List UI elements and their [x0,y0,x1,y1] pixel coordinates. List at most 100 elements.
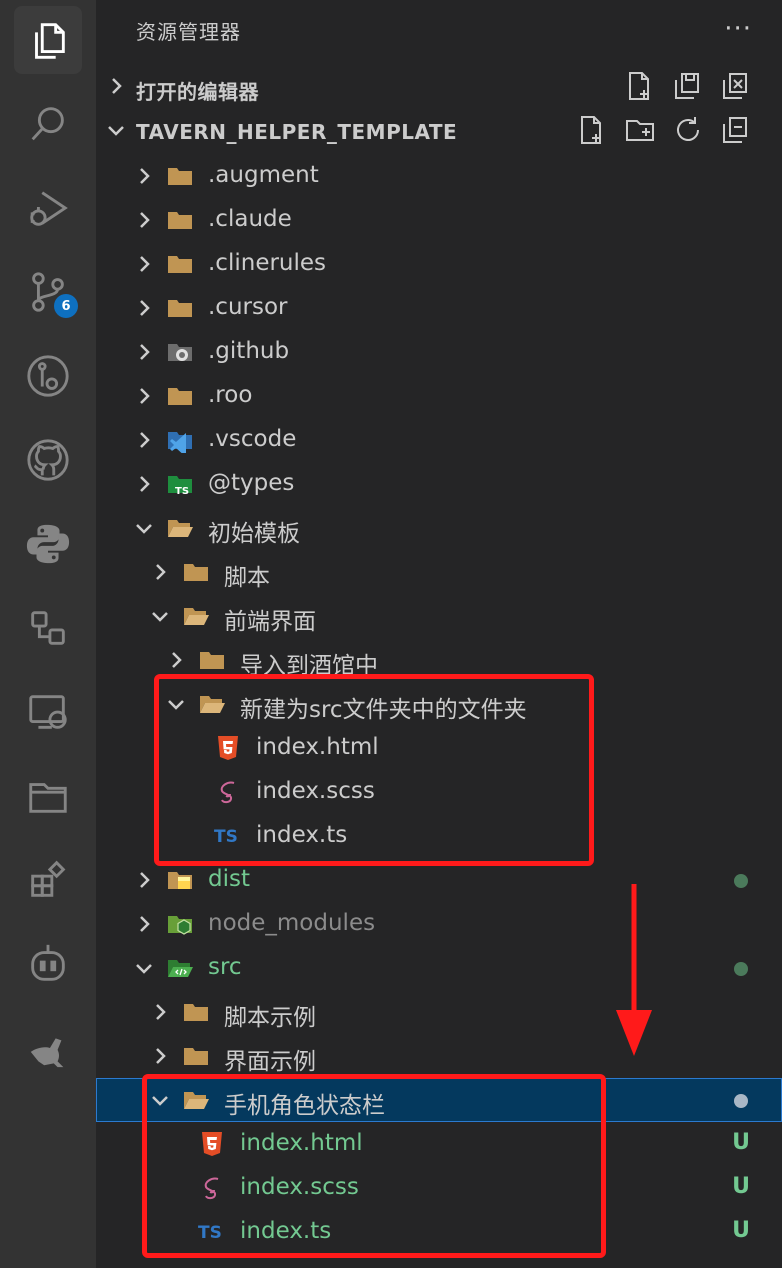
tree-item-label: 脚本示例 [224,1005,316,1031]
folder-icon [166,295,194,321]
src-icon [166,955,194,981]
tree-item-label: 脚本 [224,565,270,591]
chevron-right-icon[interactable] [132,384,156,408]
chevron-right-icon[interactable] [148,1044,172,1068]
chevron-right-icon[interactable] [132,296,156,320]
folder-icon [182,559,210,585]
modified-dot [734,962,748,976]
explorer-sidebar: 资源管理器 ··· 打开的编辑器 TAVERN_HELPER_TEMPLATE … [96,0,782,1268]
extensions-icon[interactable] [14,846,82,914]
chevron-right-icon[interactable] [132,472,156,496]
modified-dot [734,874,748,888]
tree-folder[interactable]: 前端界面 [96,594,782,638]
tree-folder[interactable]: .clinerules [96,242,782,286]
chevron-right-icon[interactable] [132,340,156,364]
save-all-icon[interactable] [672,70,704,102]
open-editors-label: 打开的编辑器 [136,80,259,104]
chevron-right-icon [112,78,122,94]
close-all-icon[interactable] [720,70,752,102]
folder-icon [166,383,194,409]
chevron-right-icon[interactable] [132,252,156,276]
workspace-header[interactable]: TAVERN_HELPER_TEMPLATE [96,110,782,154]
types-icon: TS [166,471,194,497]
chevron-right-icon[interactable] [132,164,156,188]
tree-folder[interactable]: 界面示例 [96,1034,782,1078]
tree-folder[interactable]: src [96,946,782,990]
tree-item-label: 界面示例 [224,1049,316,1075]
tree-folder[interactable]: .cursor [96,286,782,330]
more-actions-icon[interactable]: ··· [724,14,752,44]
open-icon [182,603,210,629]
tree-folder[interactable]: 脚本 [96,550,782,594]
chevron-right-icon[interactable] [132,912,156,936]
new-untitled-file-icon[interactable] [624,70,656,102]
tree-folder[interactable]: .claude [96,198,782,242]
tree-item-label: .roo [208,382,253,408]
git-graph-icon[interactable] [14,342,82,410]
folder-icon [182,1043,210,1069]
folder-icon [198,647,226,673]
tree-item-label: .augment [208,162,319,188]
folder-icon [182,999,210,1025]
chevron-right-icon[interactable] [164,648,188,672]
explorer-title-bar: 资源管理器 ··· [96,0,782,60]
remote-window-icon[interactable] [14,678,82,746]
chevron-right-icon[interactable] [132,208,156,232]
folder-manager-icon[interactable] [14,762,82,830]
chevron-down-icon[interactable] [132,956,156,980]
git-status-badge: U [732,1130,750,1155]
search-icon[interactable] [14,90,82,158]
git-status-badge: U [732,1218,750,1243]
new-file-icon[interactable] [576,114,608,146]
tree-item-label: @types [208,470,295,496]
annotation-box-target [142,1074,606,1258]
chevron-down-icon[interactable] [132,516,156,540]
tree-item-label: src [208,954,242,980]
tree-folder[interactable]: .github [96,330,782,374]
source-control-icon[interactable]: 6 [14,258,82,326]
chevron-right-icon[interactable] [148,560,172,584]
tree-folder[interactable]: .roo [96,374,782,418]
chevron-right-icon[interactable] [148,1000,172,1024]
dist-icon [166,867,194,893]
tree-folder[interactable]: 初始模板 [96,506,782,550]
github-icon[interactable] [14,426,82,494]
tree-item-label: .cursor [208,294,288,320]
scm-badge: 6 [54,294,78,318]
folder-icon [166,207,194,233]
tree-folder[interactable]: .augment [96,154,782,198]
vscode-icon [166,427,194,457]
tree-item-label: 初始模板 [208,521,300,547]
tree-item-label: 前端界面 [224,609,316,635]
folder-icon [166,251,194,277]
tree-folder[interactable]: 脚本示例 [96,990,782,1034]
workspace-label: TAVERN_HELPER_TEMPLATE [136,120,458,144]
remote-explorer-icon[interactable] [14,594,82,662]
chevron-down-icon [108,126,124,136]
chevron-right-icon[interactable] [132,428,156,452]
open-icon [166,515,194,541]
python-icon[interactable] [14,510,82,578]
tree-item-label: dist [208,866,250,892]
run-debug-icon[interactable] [14,174,82,242]
kangaroo-icon[interactable] [14,1014,82,1082]
tree-item-label: .vscode [208,426,297,452]
copilot-icon[interactable] [14,930,82,998]
tree-item-label: .github [208,338,290,364]
annotation-box-source [154,674,594,866]
tree-item-label: .claude [208,206,292,232]
refresh-icon[interactable] [672,114,704,146]
explorer-icon[interactable] [14,6,82,74]
new-folder-icon[interactable] [624,114,656,146]
tree-folder[interactable]: .vscode [96,418,782,462]
chevron-right-icon[interactable] [132,868,156,892]
git-status-badge: U [732,1174,750,1199]
tree-folder[interactable]: TS @types [96,462,782,506]
open-editors-header[interactable]: 打开的编辑器 [96,66,782,110]
chevron-down-icon[interactable] [148,604,172,628]
tree-item-label: .clinerules [208,250,327,276]
collapse-all-icon[interactable] [720,114,752,146]
tree-item-label: node_modules [208,910,376,936]
annotation-arrow [616,884,652,1056]
tree-folder[interactable]: node_modules [96,902,782,946]
